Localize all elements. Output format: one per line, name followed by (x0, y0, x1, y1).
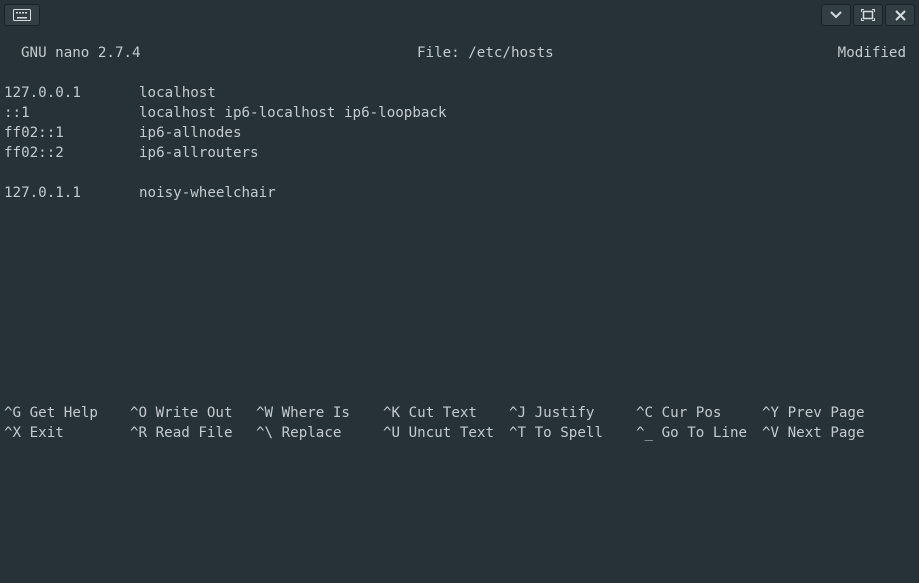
window-titlebar (0, 0, 919, 30)
shortcut-write-out[interactable]: ^O Write Out (130, 403, 233, 423)
minimize-button[interactable] (821, 4, 851, 26)
nano-status-bar: GNU nano 2.7.4 File: /etc/hosts Modified (0, 43, 919, 63)
app-version: GNU nano 2.7.4 (21, 45, 141, 61)
host-ip: ff02::1 (4, 125, 64, 141)
shortcut-bar-row-2: ^X Exit ^R Read File ^\ Replace ^U Uncut… (0, 423, 919, 443)
shortcut-where-is[interactable]: ^W Where Is (256, 403, 350, 423)
host-names: noisy-wheelchair (139, 185, 276, 201)
shortcut-to-spell[interactable]: ^T To Spell (509, 423, 603, 443)
shortcut-prev-page[interactable]: ^Y Prev Page (762, 403, 865, 423)
host-line[interactable]: ff02::1 ip6-allnodes (0, 123, 919, 143)
close-icon (894, 9, 906, 21)
host-ip: 127.0.0.1 (4, 85, 81, 101)
file-name: File: /etc/hosts (417, 45, 554, 61)
keyboard-button[interactable] (4, 4, 40, 26)
host-names: ip6-allnodes (139, 125, 242, 141)
host-ip: ::1 (4, 105, 30, 121)
host-names: ip6-allrouters (139, 145, 259, 161)
blank-line[interactable] (0, 163, 919, 183)
shortcut-go-to-line[interactable]: ^_ Go To Line (636, 423, 747, 443)
chevron-down-icon (830, 11, 842, 19)
host-ip: 127.0.1.1 (4, 185, 81, 201)
close-button[interactable] (885, 4, 915, 26)
keyboard-icon (13, 9, 31, 21)
host-line[interactable]: ::1 localhost ip6-localhost ip6-loopback (0, 103, 919, 123)
host-line[interactable]: 127.0.0.1 localhost (0, 83, 919, 103)
host-names: localhost ip6-localhost ip6-loopback (139, 105, 447, 121)
shortcut-bar-row-1: ^G Get Help ^O Write Out ^W Where Is ^K … (0, 403, 919, 423)
shortcut-read-file[interactable]: ^R Read File (130, 423, 233, 443)
shortcut-exit[interactable]: ^X Exit (4, 423, 64, 443)
maximize-button[interactable] (853, 4, 883, 26)
shortcut-cut-text[interactable]: ^K Cut Text (383, 403, 477, 423)
maximize-icon (861, 9, 875, 21)
host-line[interactable]: ff02::2 ip6-allrouters (0, 143, 919, 163)
shortcut-justify[interactable]: ^J Justify (509, 403, 594, 423)
shortcut-next-page[interactable]: ^V Next Page (762, 423, 865, 443)
shortcut-replace[interactable]: ^\ Replace (256, 423, 341, 443)
host-names: localhost (139, 85, 216, 101)
shortcut-get-help[interactable]: ^G Get Help (4, 403, 98, 423)
host-ip: ff02::2 (4, 145, 64, 161)
shortcut-cur-pos[interactable]: ^C Cur Pos (636, 403, 721, 423)
host-line[interactable]: 127.0.1.1 noisy-wheelchair (0, 183, 919, 203)
modified-indicator: Modified (837, 45, 906, 61)
shortcut-uncut-text[interactable]: ^U Uncut Text (383, 423, 494, 443)
